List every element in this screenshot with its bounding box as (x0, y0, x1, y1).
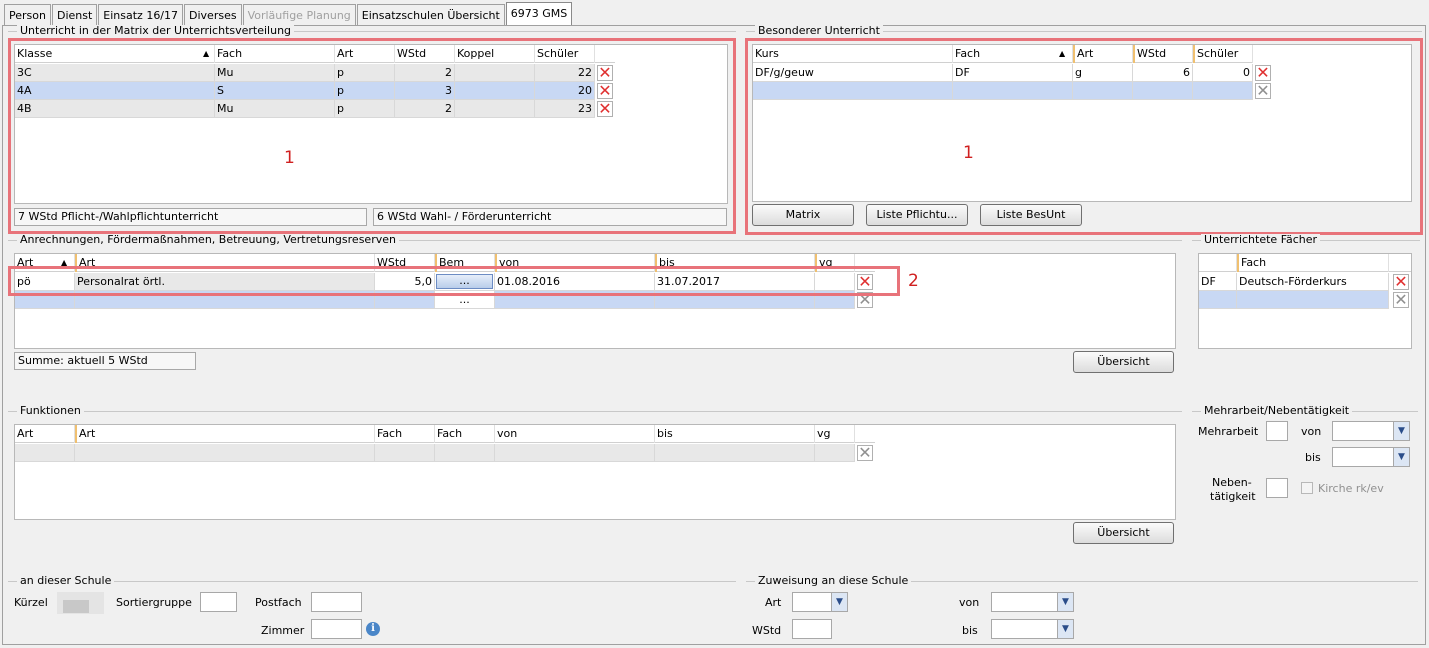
cell-empty (75, 444, 375, 462)
zuweisung-wstd-input[interactable] (792, 619, 832, 639)
zuweisung-von-combo[interactable]: ▼ (991, 592, 1074, 612)
mehrarbeit-von-combo[interactable]: ▼ (1332, 421, 1410, 441)
chevron-down-icon[interactable]: ▼ (1393, 448, 1409, 466)
cell-empty (1237, 291, 1389, 309)
summe-label: Summe: aktuell 5 WStd (14, 352, 196, 370)
highlight-box (745, 38, 1423, 235)
matrix-title: Unterricht in der Matrix der Unterrichts… (17, 25, 295, 37)
cell-empty (15, 444, 75, 462)
sortiergruppe-label: Sortiergruppe (116, 596, 192, 609)
cell-empty (1199, 291, 1237, 309)
tab-einsatzschulen[interactable]: Einsatzschulen Übersicht (356, 4, 505, 26)
delete-icon[interactable]: ✕ (1393, 274, 1409, 290)
kirche-checkbox[interactable] (1301, 482, 1313, 494)
cell-fach: Deutsch-Förderkurs (1237, 273, 1389, 291)
mehrarbeit-label: Mehrarbeit (1198, 425, 1259, 438)
tab-diverses[interactable]: Diverses (184, 4, 242, 26)
col-art[interactable]: Art (15, 425, 75, 443)
funktionen-uebersicht-button[interactable]: Übersicht (1073, 522, 1174, 544)
mehrarbeit-von-label: von (1301, 425, 1322, 438)
zuweisung-von-label: von (959, 596, 980, 609)
chevron-down-icon[interactable]: ▼ (1057, 620, 1073, 638)
col-bis[interactable]: bis (655, 425, 815, 443)
cell-empty (375, 444, 435, 462)
chevron-down-icon[interactable]: ▼ (1057, 593, 1073, 611)
tab-gms[interactable]: 6973 GMS (505, 2, 573, 26)
zuweisung-wstd-label: WStd (752, 624, 782, 637)
mehrarbeit-input[interactable] (1266, 421, 1288, 441)
col-von[interactable]: von (495, 425, 655, 443)
delete-icon[interactable]: ✕ (1393, 292, 1409, 308)
zuweisung-art-label: Art (765, 596, 782, 609)
info-icon[interactable]: i (366, 622, 380, 636)
zuweisung-bis-combo[interactable]: ▼ (991, 619, 1074, 639)
col-vg[interactable]: vg (815, 425, 855, 443)
cell-empty (495, 444, 655, 462)
zuweisung-bis-label: bis (962, 624, 978, 637)
kuerzel-field[interactable] (57, 592, 104, 614)
zuweisung-art-combo[interactable]: ▼ (792, 592, 848, 612)
anrechnungen-title: Anrechnungen, Fördermaßnahmen, Betreuung… (17, 234, 399, 246)
cell-empty (655, 444, 815, 462)
tab-vorlaeufige-planung: Vorläufige Planung (242, 4, 356, 26)
funktionen-header: Art Art Fach Fach von bis vg (15, 425, 875, 443)
kirche-label: Kirche rk/ev (1318, 482, 1384, 495)
col-fach-2[interactable]: Fach (435, 425, 495, 443)
postfach-input[interactable] (311, 592, 362, 612)
tab-bar: Person Dienst Einsatz 16/17 Diverses Vor… (4, 2, 573, 26)
highlight-box (8, 266, 900, 296)
tab-einsatz[interactable]: Einsatz 16/17 (98, 4, 184, 26)
mehrarbeit-bis-label: bis (1305, 451, 1321, 464)
kuerzel-redacted (63, 600, 89, 613)
highlight-box (8, 38, 736, 234)
postfach-label: Postfach (255, 596, 302, 609)
funktionen-grid: Art Art Fach Fach von bis vg ✕ (14, 424, 1176, 520)
col-art-lang[interactable]: Art (75, 425, 375, 443)
funktionen-title: Funktionen (17, 405, 84, 417)
funktionen-divider (8, 411, 1182, 412)
faecher-grid: Fach DF Deutsch-Förderkurs ✕ ✕ (1198, 253, 1412, 349)
tab-dienst[interactable]: Dienst (51, 4, 98, 26)
cell-empty (435, 444, 495, 462)
mehrarbeit-title: Mehrarbeit/Nebentätigkeit (1201, 405, 1353, 417)
annotation-number: 2 (908, 271, 919, 291)
mehrarbeit-bis-combo[interactable]: ▼ (1332, 447, 1410, 467)
nebentaetigkeit-input[interactable] (1266, 478, 1288, 498)
schule-title: an dieser Schule (17, 575, 115, 587)
cell-code: DF (1199, 273, 1237, 291)
nebentaetigkeit-label-2: tätigkeit (1210, 490, 1256, 503)
zimmer-input[interactable] (311, 619, 362, 639)
faecher-title: Unterrichtete Fächer (1201, 234, 1321, 246)
cell-empty (815, 444, 855, 462)
chevron-down-icon[interactable]: ▼ (1393, 422, 1409, 440)
besonderer-title: Besonderer Unterricht (755, 25, 883, 37)
kuerzel-label: Kürzel (14, 596, 48, 609)
anrechnungen-uebersicht-button[interactable]: Übersicht (1073, 351, 1174, 373)
nebentaetigkeit-label-1: Neben- (1212, 476, 1252, 489)
chevron-down-icon[interactable]: ▼ (831, 593, 847, 611)
col-code[interactable] (1199, 254, 1237, 272)
delete-icon[interactable]: ✕ (857, 445, 873, 461)
faecher-header: Fach (1199, 254, 1411, 272)
zimmer-label: Zimmer (261, 624, 305, 637)
sortiergruppe-input[interactable] (200, 592, 237, 612)
zuweisung-title: Zuweisung an diese Schule (755, 575, 912, 587)
tab-person[interactable]: Person (4, 4, 51, 26)
col-fach[interactable]: Fach (375, 425, 435, 443)
schule-divider (8, 581, 736, 582)
col-fach[interactable]: Fach (1237, 254, 1389, 272)
